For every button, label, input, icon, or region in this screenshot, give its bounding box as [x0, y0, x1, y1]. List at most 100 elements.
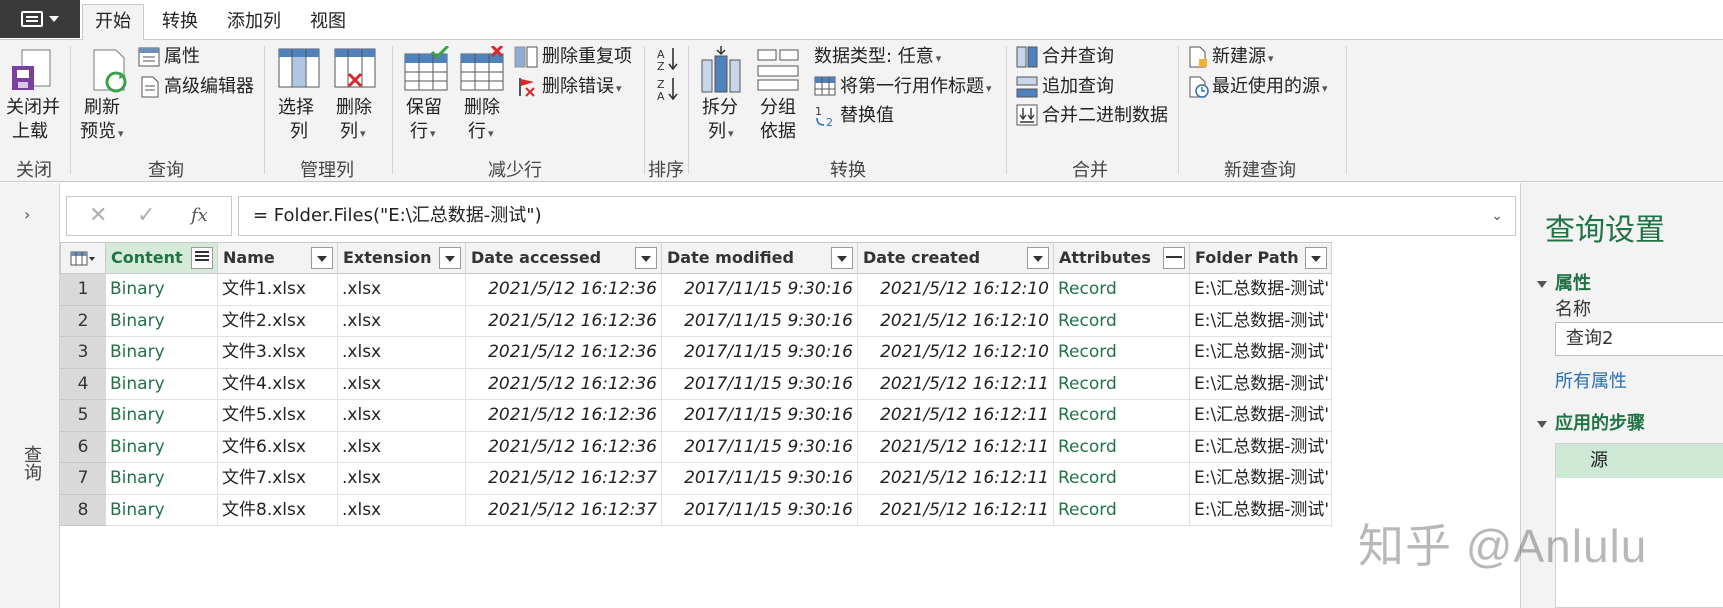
- filter-dropdown-icon[interactable]: [1305, 247, 1327, 269]
- tab-transform[interactable]: 转换: [150, 7, 210, 41]
- combine-binaries-label: 合并二进制数据: [1042, 105, 1168, 126]
- cell-attributes[interactable]: Record: [1054, 274, 1190, 306]
- cell-date-accessed: 2021/5/12 16:12:36: [466, 305, 662, 337]
- column-header-date-modified[interactable]: Date modified: [662, 242, 858, 274]
- merge-queries-icon: [1016, 46, 1038, 68]
- cell-attributes[interactable]: Record: [1054, 368, 1190, 400]
- formula-bar: ✕ ✓ fx = Folder.Files("E:\汇总数据-测试") ⌄: [66, 196, 1516, 236]
- cell-content[interactable]: Binary: [106, 463, 218, 495]
- cell-extension: .xlsx: [338, 337, 466, 369]
- filter-dropdown-icon[interactable]: [439, 247, 461, 269]
- data-grid: Content Name Extension Date accessed Dat…: [60, 242, 1520, 608]
- cell-date-accessed: 2021/5/12 16:12:36: [466, 274, 662, 306]
- cell-attributes[interactable]: Record: [1054, 337, 1190, 369]
- expand-binary-icon[interactable]: [191, 247, 213, 269]
- expand-chevron-icon[interactable]: ›: [24, 205, 30, 224]
- remove-columns-icon: [334, 48, 376, 88]
- file-menu-button[interactable]: [0, 0, 80, 38]
- row-number[interactable]: 6: [60, 431, 106, 463]
- table-row[interactable]: 2 Binary 文件2.xlsx .xlsx 2021/5/12 16:12:36 20…: [60, 305, 1332, 337]
- tab-home[interactable]: 开始: [82, 4, 144, 41]
- group-separator: [1346, 46, 1347, 174]
- refresh-label-1: 刷新: [84, 97, 120, 118]
- cell-attributes[interactable]: Record: [1054, 305, 1190, 337]
- query-name-input[interactable]: 查询2: [1555, 322, 1723, 356]
- properties-section-header[interactable]: 属性: [1537, 269, 1591, 295]
- table-row[interactable]: 7 Binary 文件7.xlsx .xlsx 2021/5/12 16:12:37 20…: [60, 463, 1332, 495]
- cell-name: 文件1.xlsx: [218, 274, 338, 306]
- expand-record-icon[interactable]: [1163, 247, 1185, 269]
- row-number[interactable]: 7: [60, 463, 106, 495]
- remove-columns-label-2: 列 ▾: [340, 121, 366, 142]
- row-number[interactable]: 2: [60, 305, 106, 337]
- table-row[interactable]: 3 Binary 文件3.xlsx .xlsx 2021/5/12 16:12:36 20…: [60, 337, 1332, 369]
- file-menu-icon: [21, 11, 43, 27]
- cell-date-created: 2021/5/12 16:12:11: [858, 368, 1054, 400]
- commit-icon[interactable]: ✓: [137, 203, 155, 228]
- filter-dropdown-icon[interactable]: [1027, 247, 1049, 269]
- group-separator: [392, 46, 393, 174]
- table-menu-corner[interactable]: [60, 242, 106, 274]
- table-row[interactable]: 5 Binary 文件5.xlsx .xlsx 2021/5/12 16:12:36 20…: [60, 400, 1332, 432]
- cell-content[interactable]: Binary: [106, 305, 218, 337]
- cell-content[interactable]: Binary: [106, 274, 218, 306]
- row-number[interactable]: 3: [60, 337, 106, 369]
- column-header-folder-path[interactable]: Folder Path: [1190, 242, 1332, 274]
- all-properties-link[interactable]: 所有属性: [1555, 367, 1627, 393]
- column-header-date-accessed[interactable]: Date accessed: [466, 242, 662, 274]
- row-number[interactable]: 5: [60, 400, 106, 432]
- column-header-label: Attributes: [1059, 248, 1151, 267]
- table-row[interactable]: 4 Binary 文件4.xlsx .xlsx 2021/5/12 16:12:36 20…: [60, 368, 1332, 400]
- applied-step-item[interactable]: 源: [1556, 444, 1723, 478]
- cell-content[interactable]: Binary: [106, 337, 218, 369]
- formula-input[interactable]: = Folder.Files("E:\汇总数据-测试") ⌄: [238, 196, 1516, 236]
- column-header-label: Content: [111, 248, 183, 267]
- cell-attributes[interactable]: Record: [1054, 494, 1190, 526]
- row-number[interactable]: 4: [60, 368, 106, 400]
- tab-add-column[interactable]: 添加列: [215, 7, 293, 41]
- group-separator: [688, 46, 689, 174]
- filter-dropdown-icon[interactable]: [831, 247, 853, 269]
- cell-date-modified: 2017/11/15 9:30:16: [662, 494, 858, 526]
- cell-content[interactable]: Binary: [106, 431, 218, 463]
- column-header-label: Date modified: [667, 248, 794, 267]
- remove-rows-icon: [460, 46, 504, 91]
- column-header-name[interactable]: Name: [218, 242, 338, 274]
- group-label-reduce-rows: 减少行: [488, 160, 542, 181]
- queries-pane-label[interactable]: 查询: [18, 445, 44, 481]
- dropdown-arrow-icon: ▾: [728, 127, 734, 140]
- table-row[interactable]: 8 Binary 文件8.xlsx .xlsx 2021/5/12 16:12:37 20…: [60, 494, 1332, 526]
- table-row[interactable]: 1 Binary 文件1.xlsx .xlsx 2021/5/12 16:12:36 20…: [60, 274, 1332, 306]
- table-row[interactable]: 6 Binary 文件6.xlsx .xlsx 2021/5/12 16:12:36 20…: [60, 431, 1332, 463]
- cell-extension: .xlsx: [338, 305, 466, 337]
- split-column-label-1: 拆分: [702, 97, 738, 118]
- cell-folder-path: E:\汇总数据-测试': [1190, 400, 1332, 432]
- filter-dropdown-icon[interactable]: [635, 247, 657, 269]
- column-header-label: Folder Path: [1195, 248, 1299, 267]
- fx-icon[interactable]: fx: [191, 205, 208, 226]
- column-header-extension[interactable]: Extension: [338, 242, 466, 274]
- column-header-date-created[interactable]: Date created: [858, 242, 1054, 274]
- expand-formula-icon[interactable]: ⌄: [1491, 197, 1503, 235]
- tab-view[interactable]: 视图: [298, 7, 358, 41]
- dropdown-arrow-icon: ▾: [118, 127, 124, 140]
- cell-content[interactable]: Binary: [106, 368, 218, 400]
- group-label-query: 查询: [148, 160, 184, 181]
- cancel-icon[interactable]: ✕: [89, 203, 107, 228]
- cell-content[interactable]: Binary: [106, 494, 218, 526]
- cell-extension: .xlsx: [338, 494, 466, 526]
- cell-date-accessed: 2021/5/12 16:12:36: [466, 400, 662, 432]
- filter-dropdown-icon[interactable]: [311, 247, 333, 269]
- row-number[interactable]: 1: [60, 274, 106, 306]
- split-column-label-2: 列 ▾: [708, 121, 734, 142]
- column-header-attributes[interactable]: Attributes: [1054, 242, 1190, 274]
- column-header-content[interactable]: Content: [106, 242, 218, 274]
- cell-content[interactable]: Binary: [106, 400, 218, 432]
- cell-attributes[interactable]: Record: [1054, 400, 1190, 432]
- row-number[interactable]: 8: [60, 494, 106, 526]
- cell-attributes[interactable]: Record: [1054, 463, 1190, 495]
- dropdown-arrow-icon: ▾: [430, 127, 436, 140]
- applied-steps-section-header[interactable]: 应用的步骤: [1537, 409, 1645, 435]
- cell-date-created: 2021/5/12 16:12:10: [858, 305, 1054, 337]
- cell-attributes[interactable]: Record: [1054, 431, 1190, 463]
